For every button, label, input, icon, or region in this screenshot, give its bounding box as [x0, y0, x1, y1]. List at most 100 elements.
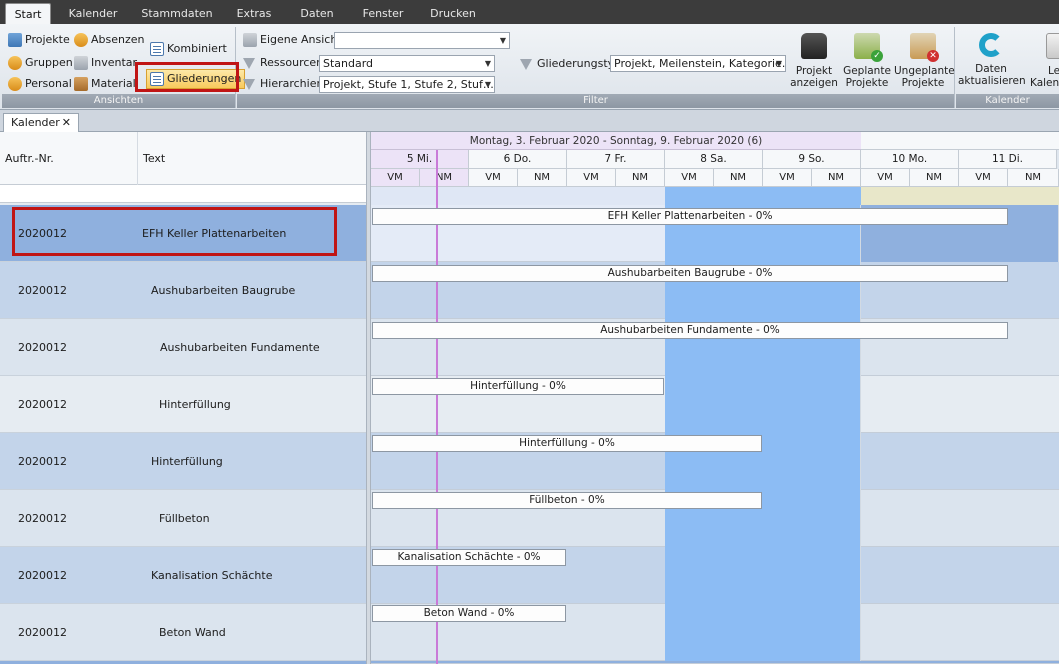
day-header[interactable]: 5 Mi.: [371, 150, 469, 169]
ressourcen-select[interactable]: Standard ▼: [319, 55, 495, 72]
geplante-projekte-button[interactable]: ✓ Geplante Projekte: [842, 33, 892, 89]
filter-icon: [243, 78, 255, 90]
table-icon: [243, 33, 257, 47]
hierarchien-select[interactable]: Projekt, Stufe 1, Stufe 2, Stuf… ▼: [319, 76, 495, 93]
gliederungstyp-select[interactable]: Projekt, Meilenstein, Kategorie… ▼: [610, 55, 786, 72]
tab-drucken[interactable]: Drucken: [423, 3, 483, 24]
weekend-cell: [665, 604, 861, 661]
half-day-header: VM: [665, 169, 714, 187]
table-row[interactable]: 2020012 Hinterfüllung: [0, 376, 366, 433]
personal-icon: [8, 77, 22, 91]
personal-button[interactable]: Personal: [8, 75, 72, 93]
chevron-down-icon: ▼: [775, 59, 782, 68]
day-header[interactable]: 7 Fr.: [567, 150, 665, 169]
kombiniert-button[interactable]: Kombiniert: [150, 40, 227, 58]
summary-stripe-next: [861, 187, 1059, 205]
half-day-header: NM: [420, 169, 469, 187]
kombiniert-icon: [150, 42, 164, 56]
gruppen-icon: [8, 56, 22, 70]
table-row[interactable]: 2020012 Aushubarbeiten Fundamente: [0, 319, 366, 376]
chevron-down-icon: ▼: [499, 36, 506, 45]
half-day-header: VM: [861, 169, 910, 187]
column-header-text[interactable]: Text: [138, 132, 366, 185]
ansichten-label: Ansichten: [2, 94, 235, 108]
day-header[interactable]: 6 Do.: [469, 150, 567, 169]
task-bar[interactable]: Kanalisation Schächte - 0%: [372, 549, 566, 566]
gliederungen-highlight-box: [135, 62, 239, 92]
calendar-check-icon: ✓: [854, 33, 883, 62]
task-bar[interactable]: Hinterfüllung - 0%: [372, 435, 762, 452]
close-icon[interactable]: ✕: [62, 114, 71, 132]
day-header[interactable]: 10 Mo.: [861, 150, 959, 169]
projekt-anzeigen-button[interactable]: Projekt anzeigen: [790, 33, 838, 89]
selected-row-highlight-box: [12, 207, 337, 256]
kalender-button-partial[interactable]: Le Kalend: [1026, 33, 1059, 89]
half-day-header: NM: [518, 169, 567, 187]
document-tabs: Kalender ✕: [0, 110, 1059, 132]
task-bar[interactable]: Füllbeton - 0%: [372, 492, 762, 509]
filter-label: Filter: [237, 94, 954, 108]
projekte-button[interactable]: Projekte: [8, 31, 70, 49]
tab-stammdaten[interactable]: Stammdaten: [138, 3, 216, 24]
tab-daten[interactable]: Daten: [292, 3, 342, 24]
daten-aktualisieren-button[interactable]: Daten aktualisieren: [958, 33, 1026, 87]
half-day-header: VM: [567, 169, 616, 187]
summary-stripe-weekend: [665, 187, 861, 205]
filter-row[interactable]: [0, 185, 366, 203]
task-bar[interactable]: Aushubarbeiten Fundamente - 0%: [372, 322, 1008, 339]
refresh-icon: [979, 33, 1003, 57]
half-day-header: VM: [959, 169, 1008, 187]
weekend-cell: [665, 376, 861, 433]
gruppen-button[interactable]: Gruppen: [8, 54, 73, 72]
hierarchien-label: Hierarchien: [243, 75, 323, 93]
next-week-header: [861, 132, 1059, 150]
task-bar[interactable]: EFH Keller Plattenarbeiten - 0%: [372, 208, 1008, 225]
absenzen-button[interactable]: Absenzen: [74, 31, 145, 49]
inventar-icon: [74, 56, 88, 70]
day-header[interactable]: 9 So.: [763, 150, 861, 169]
task-bar[interactable]: Hinterfüllung - 0%: [372, 378, 664, 395]
gliederungstyp-label: Gliederungstyp: [520, 55, 621, 73]
calendar-icon: [1046, 33, 1059, 59]
material-button[interactable]: Material: [74, 75, 136, 93]
table-row[interactable]: 2020012 Füllbeton: [0, 490, 366, 547]
table-row[interactable]: 2020012 Kanalisation Schächte: [0, 547, 366, 604]
chevron-down-icon: ▼: [484, 80, 491, 89]
eigene-ansicht-select[interactable]: ▼: [334, 32, 510, 49]
ressourcen-label: Ressourcen: [243, 54, 323, 72]
current-time-line: [436, 150, 438, 664]
inventar-button[interactable]: Inventar: [74, 54, 137, 72]
tab-kalender[interactable]: Kalender: [62, 3, 124, 24]
weekend-cell: [665, 547, 861, 604]
binoculars-icon: [801, 33, 827, 59]
half-day-header: VM: [763, 169, 812, 187]
kalender-group: Daten aktualisieren Le Kalend Kalender: [956, 27, 1059, 108]
material-icon: [74, 77, 88, 91]
table-row[interactable]: 2020012 Hinterfüllung: [0, 433, 366, 490]
task-bar[interactable]: Aushubarbeiten Baugrube - 0%: [372, 265, 1008, 282]
absenzen-icon: [74, 33, 88, 47]
tab-kalender-document[interactable]: Kalender ✕: [3, 113, 79, 132]
column-header-nr[interactable]: Auftr.-Nr.: [0, 132, 138, 185]
day-header[interactable]: 8 Sa.: [665, 150, 763, 169]
filter-icon: [520, 58, 532, 70]
table-row[interactable]: 2020012 Beton Wand: [0, 604, 366, 661]
projekte-icon: [8, 33, 22, 47]
task-bar[interactable]: Beton Wand - 0%: [372, 605, 566, 622]
half-day-header: NM: [714, 169, 763, 187]
calendar-cross-icon: ✕: [910, 33, 939, 62]
tab-fenster[interactable]: Fenster: [353, 3, 413, 24]
half-day-header: NM: [1008, 169, 1059, 187]
ungeplante-projekte-button[interactable]: ✕ Ungeplante Projekte: [894, 33, 955, 89]
day-header[interactable]: 11 Di.: [959, 150, 1057, 169]
half-day-header: VM: [469, 169, 518, 187]
table-row[interactable]: 2020012 Aushubarbeiten Baugrube: [0, 262, 366, 319]
filter-icon: [243, 57, 255, 69]
tab-start[interactable]: Start: [5, 3, 51, 24]
kalender-label: Kalender: [956, 94, 1059, 108]
eigene-ansicht-label: Eigene Ansicht: [243, 31, 342, 49]
tab-extras[interactable]: Extras: [228, 3, 280, 24]
half-day-header: NM: [910, 169, 959, 187]
chevron-down-icon: ▼: [484, 59, 491, 68]
menu-bar: Start Kalender Stammdaten Extras Daten F…: [0, 0, 1059, 24]
